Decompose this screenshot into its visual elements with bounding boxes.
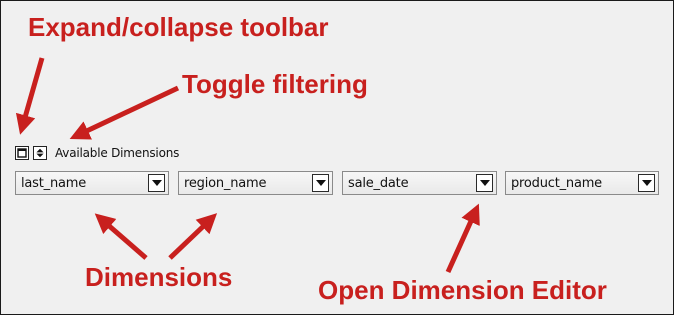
dimension-label: region_name bbox=[184, 176, 267, 191]
window-square-icon bbox=[17, 148, 27, 158]
toggle-filtering-button[interactable] bbox=[33, 146, 47, 160]
dimension-last-name[interactable]: last_name bbox=[15, 171, 169, 195]
dimension-label: last_name bbox=[21, 176, 87, 191]
dimension-label: product_name bbox=[511, 176, 602, 191]
callout-expand-collapse: Expand/collapse toolbar bbox=[28, 12, 329, 42]
dimension-region-name[interactable]: region_name bbox=[178, 171, 333, 195]
dimension-sale-date[interactable]: sale_date bbox=[342, 171, 497, 195]
dimension-label: sale_date bbox=[348, 176, 409, 191]
expand-collapse-toolbar-button[interactable] bbox=[15, 146, 29, 160]
available-dimensions-toolbar: Available Dimensions bbox=[15, 145, 179, 161]
up-down-arrows-icon bbox=[36, 148, 44, 158]
open-dimension-editor-button[interactable] bbox=[476, 174, 493, 192]
callout-dimensions: Dimensions bbox=[85, 262, 233, 292]
open-dimension-editor-button[interactable] bbox=[312, 174, 329, 192]
open-dimension-editor-button[interactable] bbox=[638, 174, 655, 192]
dimension-product-name[interactable]: product_name bbox=[505, 171, 659, 195]
callout-toggle-filtering: Toggle filtering bbox=[182, 69, 368, 99]
open-dimension-editor-button[interactable] bbox=[148, 174, 165, 192]
callout-open-dimension-editor: Open Dimension Editor bbox=[318, 275, 607, 305]
available-dimensions-label: Available Dimensions bbox=[55, 146, 180, 160]
